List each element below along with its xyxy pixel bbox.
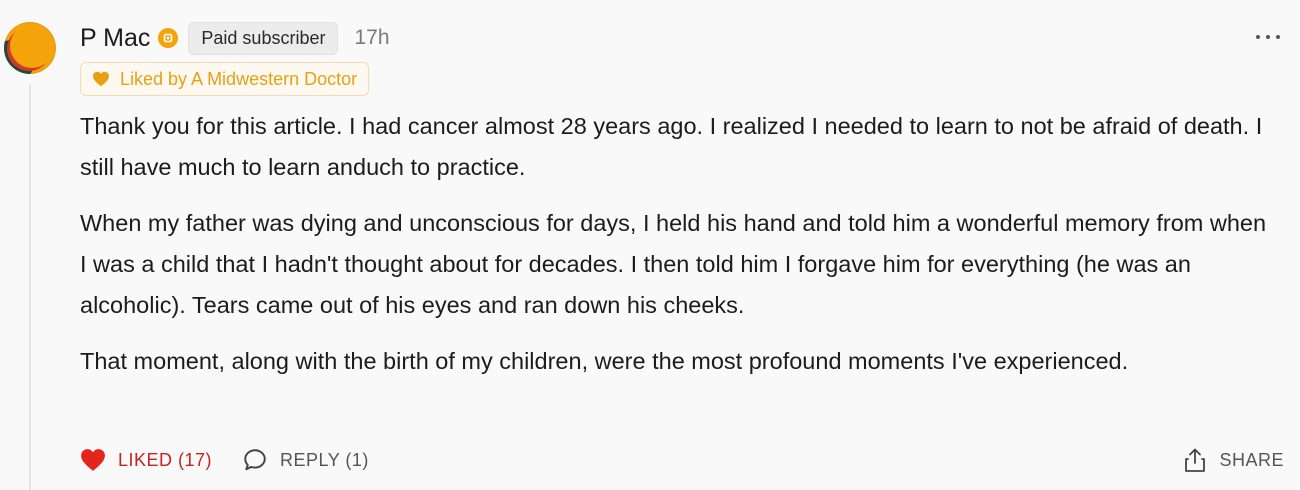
comment-actions: LIKED (17) REPLY (1) SHARE: [80, 442, 1284, 478]
liked-by-author-badge: Liked by A Midwestern Doctor: [80, 62, 370, 96]
thread-line[interactable]: [29, 84, 31, 490]
paid-subscriber-badge: Paid subscriber: [188, 21, 339, 55]
share-icon: [1183, 447, 1207, 473]
comment-body: Thank you for this article. I had cancer…: [80, 106, 1270, 397]
comment-header: P Mac Paid subscriber 17h: [80, 20, 390, 56]
subscriber-badge-icon: [158, 28, 179, 48]
more-options-button[interactable]: [1256, 28, 1280, 46]
like-label: LIKED (17): [118, 449, 213, 470]
reply-button[interactable]: REPLY (1): [242, 447, 369, 473]
author-name[interactable]: P Mac: [80, 24, 150, 53]
avatar[interactable]: [4, 22, 56, 74]
comment: P Mac Paid subscriber 17h Liked by A Mid…: [0, 0, 1300, 490]
more-options-dot: [1276, 35, 1280, 39]
like-button[interactable]: LIKED (17): [80, 448, 212, 472]
timestamp[interactable]: 17h: [354, 26, 389, 50]
heart-filled-icon: [80, 448, 106, 472]
share-button[interactable]: SHARE: [1183, 447, 1284, 473]
comment-paragraph: Thank you for this article. I had cancer…: [80, 113, 1263, 180]
comment-bubble-icon: [242, 447, 268, 473]
comment-paragraph: That moment, along with the birth of my …: [80, 348, 1129, 374]
heart-icon: [92, 71, 110, 87]
liked-by-label: Liked by A Midwestern Doctor: [120, 68, 358, 89]
more-options-dot: [1266, 35, 1270, 39]
more-options-icon: [1256, 35, 1260, 39]
share-label: SHARE: [1219, 449, 1284, 470]
comment-paragraph: When my father was dying and unconscious…: [80, 210, 1267, 318]
reply-label: REPLY (1): [280, 449, 369, 470]
